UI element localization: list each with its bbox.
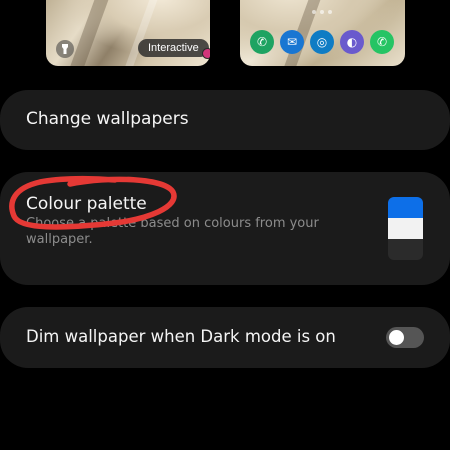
swatch-color-2 [388,218,423,239]
dim-wallpaper-label: Dim wallpaper when Dark mode is on [26,327,336,346]
notification-dot-icon [201,48,210,59]
colour-palette-description: Choose a palette based on colours from y… [26,216,319,247]
messages-icon: ✉ [280,30,304,54]
dim-wallpaper-toggle[interactable] [386,327,424,348]
colour-palette-label: Colour palette [26,194,147,214]
interactive-label: Interactive [148,42,199,54]
app-dock: ✆ ✉ ◎ ◐ ✆ [250,30,394,54]
toggle-knob [389,330,404,345]
swatch-color-1 [388,197,423,218]
flashlight-icon [56,40,74,58]
wallpaper-fold-shape [70,0,116,66]
dim-wallpaper-row[interactable]: Dim wallpaper when Dark mode is on [0,307,450,368]
wallpaper-settings-screen: Interactive ✆ ✉ ◎ ◐ ✆ Change wallpapers Colo… [0,0,450,450]
colour-palette-row[interactable]: Colour palette Choose a palette based on… [0,172,450,285]
change-wallpapers-row[interactable]: Change wallpapers [0,90,450,150]
home-screen-preview[interactable]: ✆ ✉ ◎ ◐ ✆ [240,0,405,66]
whatsapp-icon: ✆ [370,30,394,54]
internet-icon: ◐ [340,30,364,54]
interactive-badge: Interactive [138,39,210,59]
page-indicator [312,10,332,14]
edge-browser-icon: ◎ [310,30,334,54]
swatch-color-3 [388,239,423,260]
lock-screen-preview[interactable]: Interactive [46,0,210,66]
phone-icon: ✆ [250,30,274,54]
change-wallpapers-label: Change wallpapers [26,109,189,129]
palette-swatch[interactable] [388,197,423,260]
